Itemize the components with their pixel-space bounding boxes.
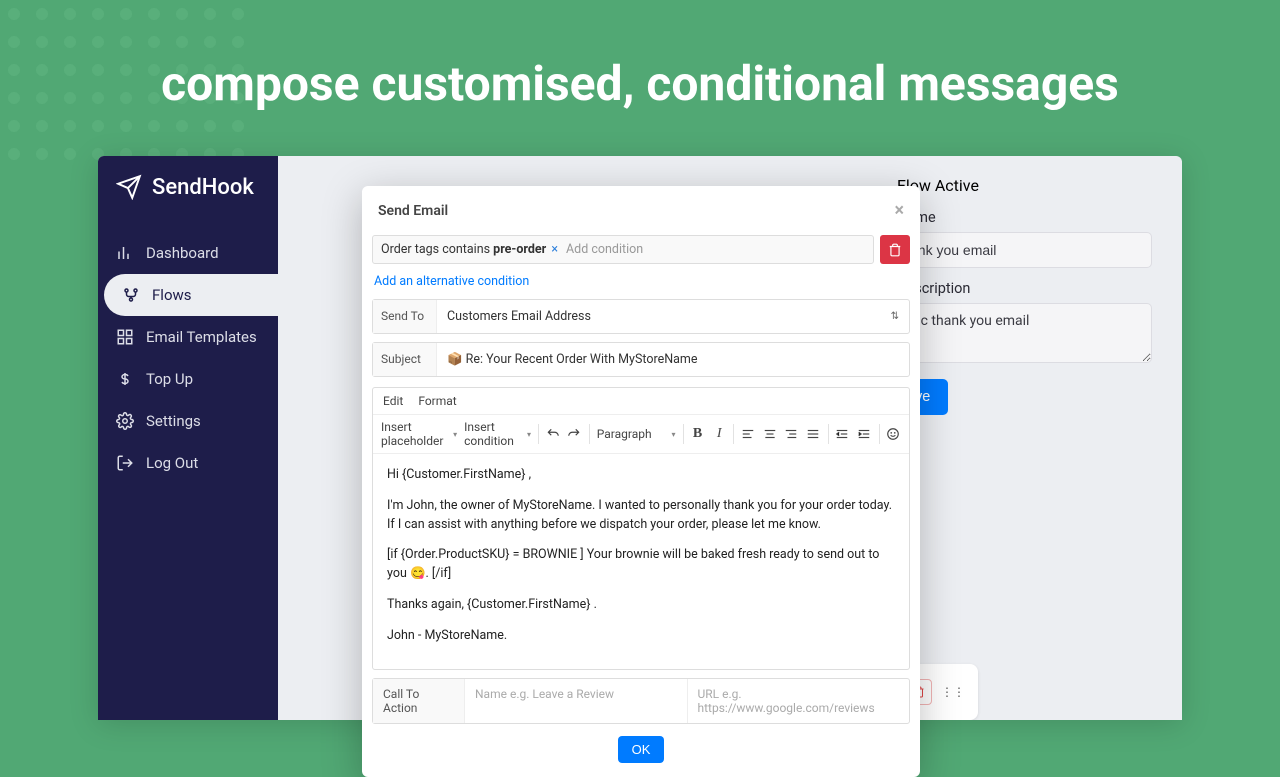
editor-menu-edit[interactable]: Edit [383, 394, 403, 408]
flow-desc-label: Description [897, 280, 1152, 297]
redo-button[interactable] [567, 427, 582, 441]
align-center-icon [763, 427, 777, 441]
logout-icon [116, 454, 134, 472]
insert-condition-dropdown[interactable]: Insert condition▾ [464, 420, 531, 448]
send-email-modal: Send Email × Order tags contains pre-ord… [362, 186, 920, 777]
body-line: John - MyStoreName. [387, 627, 895, 646]
flow-desc-input[interactable]: sic thank you email [897, 303, 1152, 363]
body-line: Hi {Customer.FirstName} , [387, 466, 895, 485]
align-left-icon [741, 427, 755, 441]
chevron-select-icon: ⇅ [891, 311, 899, 322]
nav-dashboard[interactable]: Dashboard [98, 232, 278, 274]
outdent-button[interactable] [835, 427, 850, 441]
undo-button[interactable] [546, 427, 561, 441]
rich-text-editor: Edit Format Insert placeholder▾ Insert c… [372, 387, 910, 670]
cta-url-input[interactable]: URL e.g. https://www.google.com/reviews [688, 679, 910, 723]
sidebar: SendHook Dashboard Flows Email Templates… [98, 156, 278, 720]
flow-settings-panel: Flow Active Name Description sic thank y… [897, 176, 1152, 415]
sendto-select[interactable]: Customers Email Address ⇅ [437, 300, 909, 333]
nav-logout[interactable]: Log Out [98, 442, 278, 484]
nav-flows[interactable]: Flows [104, 274, 278, 316]
paper-plane-icon [116, 174, 142, 200]
chevron-down-icon: ▾ [527, 430, 531, 439]
nav-label: Flows [152, 286, 192, 304]
brand-name: SendHook [152, 175, 254, 200]
indent-button[interactable] [857, 427, 872, 441]
ok-button[interactable]: OK [618, 736, 665, 763]
grid-icon [116, 328, 134, 346]
subject-label: Subject [373, 343, 437, 376]
align-justify-icon [806, 427, 820, 441]
smiley-icon [886, 427, 900, 441]
subject-input[interactable]: 📦 Re: Your Recent Order With MyStoreName [437, 343, 909, 376]
flow-name-label: Name [897, 209, 1152, 226]
close-icon[interactable]: × [894, 200, 904, 221]
body-line: [if {Order.ProductSKU} = BROWNIE ] Your … [387, 546, 895, 584]
delete-condition-group-button[interactable] [880, 235, 910, 264]
emoji-button[interactable] [886, 427, 901, 441]
hero-title: compose customised, conditional messages [0, 55, 1280, 112]
drag-handle[interactable]: ⋮⋮ [940, 679, 966, 705]
nav-label: Dashboard [146, 244, 219, 262]
nav-top-up[interactable]: Top Up [98, 358, 278, 400]
modal-title: Send Email [378, 203, 448, 219]
editor-body[interactable]: Hi {Customer.FirstName} , I'm John, the … [373, 454, 909, 669]
insert-placeholder-dropdown[interactable]: Insert placeholder▾ [381, 420, 457, 448]
cta-label: Call To Action [373, 679, 465, 723]
flow-icon [122, 286, 140, 304]
add-condition-input[interactable]: Add condition [566, 242, 643, 257]
editor-menu-format[interactable]: Format [418, 394, 456, 408]
gear-icon [116, 412, 134, 430]
nav-label: Settings [146, 412, 201, 430]
nav-settings[interactable]: Settings [98, 400, 278, 442]
brand: SendHook [98, 174, 278, 232]
outdent-icon [835, 427, 849, 441]
align-center-button[interactable] [763, 427, 778, 441]
paragraph-style-dropdown[interactable]: Paragraph ▾ [597, 427, 676, 441]
dollar-icon [116, 370, 134, 388]
cta-name-input[interactable]: Name e.g. Leave a Review [465, 679, 688, 723]
sendto-label: Send To [373, 300, 437, 333]
add-alternative-condition-link[interactable]: Add an alternative condition [372, 270, 910, 299]
redo-icon [567, 427, 581, 441]
nav-label: Log Out [146, 454, 198, 472]
align-right-icon [784, 427, 798, 441]
body-line: Thanks again, {Customer.FirstName} . [387, 596, 895, 615]
trash-icon [888, 243, 902, 257]
flow-name-input[interactable] [897, 232, 1152, 268]
indent-icon [857, 427, 871, 441]
undo-icon [546, 427, 560, 441]
chevron-down-icon: ▾ [671, 430, 675, 439]
body-line: I'm John, the owner of MyStoreName. I wa… [387, 497, 895, 535]
nav-label: Email Templates [146, 328, 257, 346]
bold-button[interactable]: B [690, 426, 705, 442]
nav-email-templates[interactable]: Email Templates [98, 316, 278, 358]
chevron-down-icon: ▾ [453, 430, 457, 439]
align-left-button[interactable] [741, 427, 756, 441]
nav-label: Top Up [146, 370, 193, 388]
condition-tag: Order tags contains pre-order × [381, 242, 558, 257]
chart-icon [116, 244, 134, 262]
align-justify-button[interactable] [806, 427, 821, 441]
align-right-button[interactable] [784, 427, 799, 441]
remove-condition-button[interactable]: × [548, 242, 558, 257]
italic-button[interactable]: I [712, 426, 727, 442]
